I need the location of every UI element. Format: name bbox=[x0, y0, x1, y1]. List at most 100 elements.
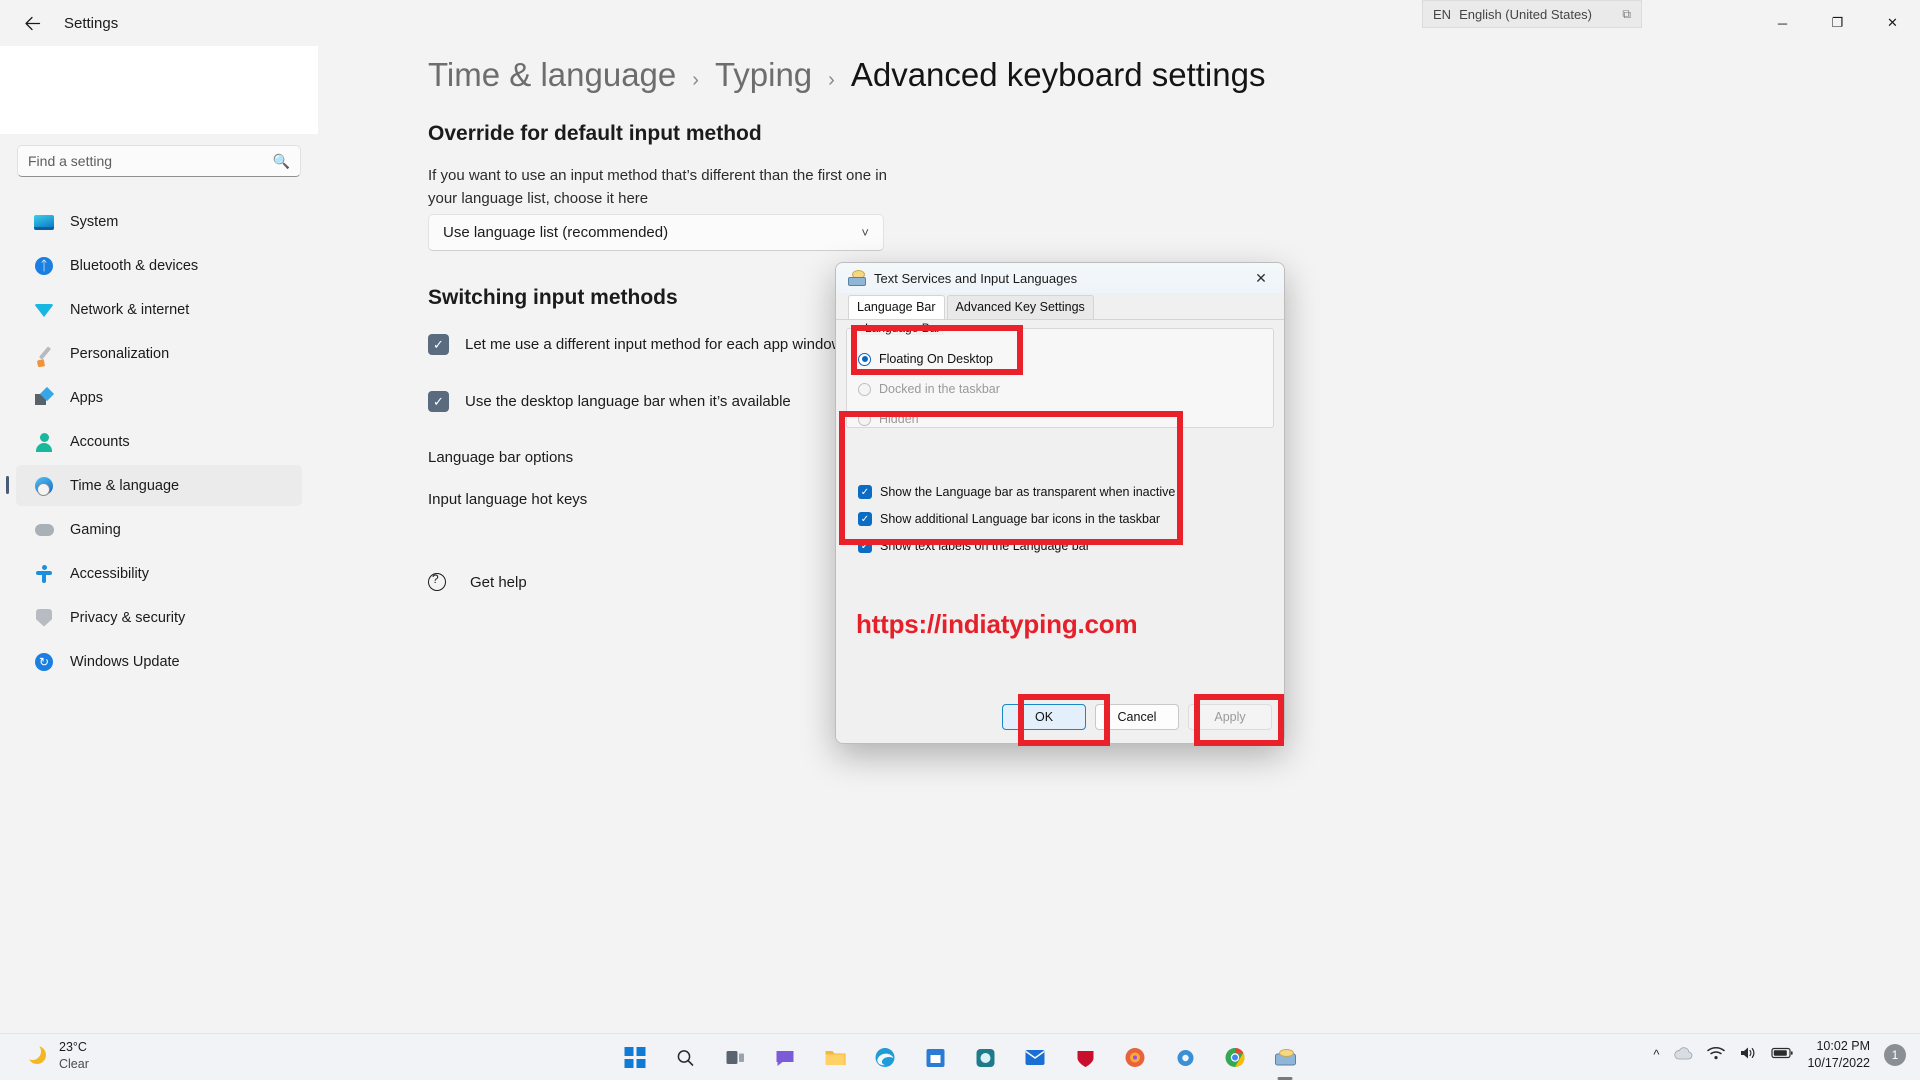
maximize-button[interactable]: ❐ bbox=[1810, 0, 1865, 46]
sidebar-nav: System ᛏ Bluetooth & devices Network & i… bbox=[0, 201, 318, 685]
sidebar-item-windows-update[interactable]: ↻ Windows Update bbox=[16, 641, 302, 682]
weather-widget[interactable]: 23°C Clear bbox=[24, 1039, 89, 1073]
sidebar-item-time-language[interactable]: Time & language bbox=[6, 465, 302, 506]
tab-advanced-key-settings[interactable]: Advanced Key Settings bbox=[946, 295, 1094, 319]
override-heading: Override for default input method bbox=[428, 122, 762, 145]
battery-icon[interactable] bbox=[1771, 1047, 1794, 1062]
typing-app-icon[interactable] bbox=[1265, 1037, 1306, 1080]
sidebar-item-label: Accounts bbox=[70, 433, 130, 450]
checkbox-text-labels[interactable]: ✓ bbox=[858, 539, 872, 553]
radio-docked-in-taskbar-label: Docked in the taskbar bbox=[879, 382, 1000, 396]
cancel-button[interactable]: Cancel bbox=[1095, 704, 1179, 730]
link-input-language-hot-keys[interactable]: Input language hot keys bbox=[428, 491, 587, 508]
language-indicator[interactable]: EN English (United States) ⧉ bbox=[1422, 0, 1642, 28]
checkbox-app-window[interactable]: ✓ bbox=[428, 334, 449, 355]
mcafee-icon[interactable] bbox=[1065, 1037, 1106, 1078]
checkbox-desktop-language-bar[interactable]: ✓ bbox=[428, 391, 449, 412]
ok-button[interactable]: OK bbox=[1002, 704, 1086, 730]
radio-docked-in-taskbar[interactable] bbox=[858, 382, 871, 396]
clock[interactable]: 10:02 PM 10/17/2022 bbox=[1807, 1038, 1870, 1072]
sidebar-item-gaming[interactable]: Gaming bbox=[16, 509, 302, 550]
microsoft-store-icon[interactable] bbox=[915, 1037, 956, 1078]
restore-down-icon[interactable]: ⧉ bbox=[1622, 7, 1631, 22]
checkbox-app-window-label: Let me use a different input method for … bbox=[465, 336, 843, 353]
checkbox-row-app-window[interactable]: ✓ Let me use a different input method fo… bbox=[428, 334, 842, 355]
radio-hidden[interactable] bbox=[858, 412, 871, 426]
get-help-row[interactable]: Get help bbox=[428, 571, 527, 593]
breadcrumb-typing[interactable]: Typing bbox=[715, 56, 812, 94]
dialog-footer: OK Cancel Apply bbox=[836, 691, 1284, 743]
search-input[interactable] bbox=[28, 153, 273, 169]
mail-icon[interactable] bbox=[1015, 1037, 1056, 1078]
radio-floating-on-desktop[interactable] bbox=[858, 352, 871, 366]
dialog-body: Language Bar Floating On Desktop Docked … bbox=[836, 320, 1284, 715]
accessibility-icon bbox=[34, 564, 54, 584]
sidebar-item-label: System bbox=[70, 213, 119, 230]
app-title: Settings bbox=[64, 14, 119, 32]
sidebar-item-accessibility[interactable]: Accessibility bbox=[16, 553, 302, 594]
show-hidden-icons-icon[interactable]: ^ bbox=[1653, 1047, 1659, 1062]
onedrive-icon[interactable] bbox=[1673, 1047, 1693, 1063]
keyboard-language-icon bbox=[848, 270, 866, 286]
privacy-shield-icon bbox=[34, 608, 54, 628]
sidebar-item-label: Windows Update bbox=[70, 653, 180, 670]
close-icon[interactable]: ✕ bbox=[1246, 265, 1276, 291]
search-box[interactable]: 🔍 bbox=[17, 145, 301, 177]
sidebar-item-system[interactable]: System bbox=[16, 201, 302, 242]
sidebar-item-personalization[interactable]: Personalization bbox=[16, 333, 302, 374]
sidebar-item-network-internet[interactable]: Network & internet bbox=[16, 289, 302, 330]
checkbox-row-additional-icons-taskbar[interactable]: ✓ Show additional Language bar icons in … bbox=[858, 512, 1160, 526]
link-language-bar-options[interactable]: Language bar options bbox=[428, 449, 573, 466]
sidebar-item-privacy-security[interactable]: Privacy & security bbox=[16, 597, 302, 638]
taskbar: 23°C Clear ^ 10:02 PM 10/17/2022 1 bbox=[0, 1033, 1920, 1080]
checkbox-transparent-when-inactive-label: Show the Language bar as transparent whe… bbox=[880, 485, 1176, 499]
breadcrumb-time-language[interactable]: Time & language bbox=[428, 56, 676, 94]
sidebar-item-apps[interactable]: Apps bbox=[16, 377, 302, 418]
chevron-down-icon: ˅ bbox=[861, 225, 869, 240]
sidebar-item-accounts[interactable]: Accounts bbox=[16, 421, 302, 462]
system-icon bbox=[34, 212, 54, 232]
get-help-label: Get help bbox=[470, 573, 527, 591]
minimize-button[interactable]: ─ bbox=[1755, 0, 1810, 46]
radio-row-hidden[interactable]: Hidden bbox=[858, 412, 919, 426]
checkbox-row-text-labels[interactable]: ✓ Show text labels on the Language bar bbox=[858, 539, 1090, 553]
dropdown-selected-value: Use language list (recommended) bbox=[443, 224, 669, 241]
sidebar-item-label: Gaming bbox=[70, 521, 121, 538]
apps-icon bbox=[34, 388, 54, 408]
sidebar-item-bluetooth-devices[interactable]: ᛏ Bluetooth & devices bbox=[16, 245, 302, 286]
wifi-icon[interactable] bbox=[1707, 1046, 1726, 1063]
checkbox-row-transparent-when-inactive[interactable]: ✓ Show the Language bar as transparent w… bbox=[858, 485, 1175, 499]
help-question-icon bbox=[428, 571, 450, 593]
checkbox-transparent-when-inactive[interactable]: ✓ bbox=[858, 485, 872, 499]
network-icon bbox=[34, 300, 54, 320]
language-bar-group-legend: Language Bar bbox=[861, 321, 945, 335]
chat-icon[interactable] bbox=[765, 1037, 806, 1078]
profile-card[interactable] bbox=[0, 46, 318, 134]
checkbox-row-desktop-language-bar[interactable]: ✓ Use the desktop language bar when it’s… bbox=[428, 391, 791, 412]
bluetooth-icon: ᛏ bbox=[34, 256, 54, 276]
checkbox-additional-icons-taskbar[interactable]: ✓ bbox=[858, 512, 872, 526]
edge-browser-icon[interactable] bbox=[865, 1037, 906, 1078]
switching-heading: Switching input methods bbox=[428, 286, 678, 309]
volume-icon[interactable] bbox=[1739, 1046, 1757, 1063]
settings-gear-icon[interactable] bbox=[1165, 1037, 1206, 1078]
clock-date: 10/17/2022 bbox=[1807, 1055, 1870, 1070]
file-explorer-icon[interactable] bbox=[815, 1037, 856, 1078]
search-icon[interactable] bbox=[665, 1037, 706, 1078]
time-language-icon bbox=[34, 476, 54, 496]
chrome-browser-icon[interactable] bbox=[1215, 1037, 1256, 1078]
firefox-icon[interactable] bbox=[1115, 1037, 1156, 1078]
start-button[interactable] bbox=[615, 1037, 656, 1078]
tab-language-bar[interactable]: Language Bar bbox=[848, 295, 945, 319]
radio-row-floating-on-desktop[interactable]: Floating On Desktop bbox=[858, 352, 993, 366]
app-icon-teal[interactable] bbox=[965, 1037, 1006, 1078]
notification-badge[interactable]: 1 bbox=[1884, 1043, 1906, 1066]
apply-button[interactable]: Apply bbox=[1188, 704, 1272, 730]
default-input-method-dropdown[interactable]: Use language list (recommended) ˅ bbox=[428, 214, 884, 251]
task-view-icon[interactable] bbox=[715, 1037, 756, 1078]
back-button[interactable] bbox=[12, 7, 52, 39]
window-controls: ─ ❐ ✕ bbox=[1755, 0, 1920, 46]
sidebar-item-label: Time & language bbox=[70, 477, 180, 494]
close-button[interactable]: ✕ bbox=[1865, 0, 1920, 46]
radio-row-docked-in-taskbar[interactable]: Docked in the taskbar bbox=[858, 382, 1000, 396]
